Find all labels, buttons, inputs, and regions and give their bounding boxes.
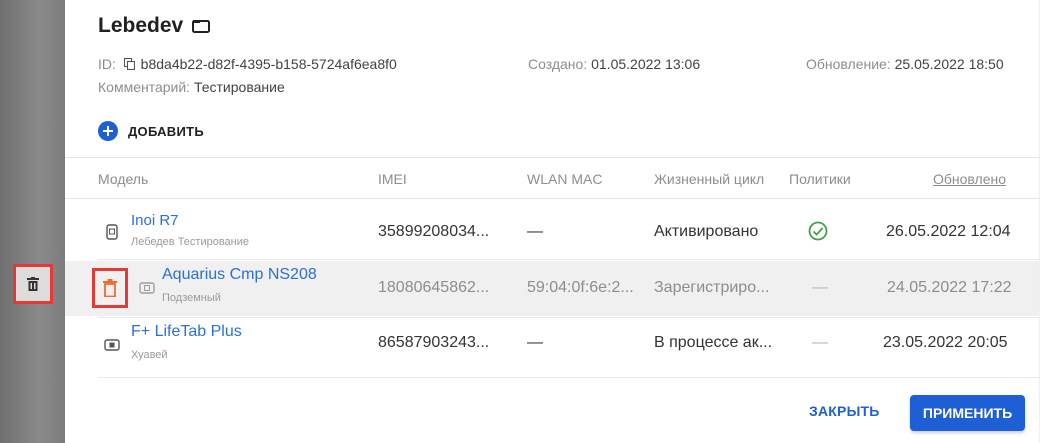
group-title: Lebedev <box>98 14 184 37</box>
device-name-link[interactable]: F+ LifeTab Plus <box>131 323 242 341</box>
column-imei[interactable]: IMEI <box>378 171 407 187</box>
table-row[interactable]: Aquarius Cmp NS208 Подземный 18080645862… <box>65 261 1039 316</box>
divider <box>65 157 1039 158</box>
tablet-icon <box>139 282 155 294</box>
background-overlay <box>0 0 65 443</box>
group-id-value: b8da4b22-d82f-4395-b158-5724af6ea8f0 <box>140 56 397 72</box>
scrollbar-track <box>1039 0 1051 443</box>
device-user: Хуавей <box>131 349 168 361</box>
column-lifecycle[interactable]: Жизненный цикл <box>654 171 764 187</box>
device-lifecycle: Зарегистриро... <box>654 279 770 296</box>
outer-delete-button[interactable] <box>13 264 53 304</box>
group-comment: Комментарий: Тестирование <box>98 79 285 95</box>
table-row[interactable]: Inoi R7 Лебедев Тестирование 35899208034… <box>65 202 1039 259</box>
group-id: ID: b8da4b22-d82f-4395-b158-5724af6ea8f0 <box>98 56 397 72</box>
device-lifecycle: Активировано <box>654 223 759 240</box>
device-policies: — <box>812 279 828 296</box>
trash-icon <box>103 279 117 297</box>
plus-icon <box>98 121 118 141</box>
copy-icon[interactable] <box>123 57 135 71</box>
close-button[interactable]: ЗАКРЫТЬ <box>809 403 879 419</box>
divider <box>98 377 1039 378</box>
device-updated: 26.05.2022 12:04 <box>886 223 1011 240</box>
row-delete-button[interactable] <box>92 268 128 308</box>
rename-icon[interactable] <box>192 19 211 33</box>
apply-button[interactable]: ПРИМЕНИТЬ <box>910 395 1025 431</box>
divider <box>98 259 1039 260</box>
table-row[interactable]: F+ LifeTab Plus Хуавей 86587903243... — … <box>65 318 1039 375</box>
apply-label: ПРИМЕНИТЬ <box>922 405 1013 421</box>
column-model[interactable]: Модель <box>98 171 148 187</box>
tablet-icon <box>104 339 120 351</box>
device-imei: 86587903243... <box>378 334 490 351</box>
device-updated: 23.05.2022 20:05 <box>883 334 1008 351</box>
updated-date: Обновление: 25.05.2022 18:50 <box>806 56 1004 72</box>
add-device-button[interactable]: ДОБАВИТЬ <box>98 121 204 141</box>
policy-ok-icon <box>808 221 828 246</box>
created-date: Создано: 01.05.2022 13:06 <box>528 56 701 72</box>
page-title: Lebedev <box>98 14 211 38</box>
add-label: ДОБАВИТЬ <box>128 123 205 139</box>
column-wlan[interactable]: WLAN MAC <box>527 171 602 187</box>
phone-icon <box>106 224 118 240</box>
device-name-link[interactable]: Aquarius Cmp NS208 <box>162 266 317 284</box>
device-wlan: — <box>527 223 543 240</box>
device-user: Подземный <box>162 292 221 304</box>
column-updated-sort[interactable]: Обновлено <box>933 171 1006 187</box>
device-imei: 35899208034... <box>378 223 490 240</box>
device-imei: 18080645862... <box>378 279 490 296</box>
divider <box>65 198 1039 199</box>
device-wlan: — <box>527 334 543 351</box>
device-name-link[interactable]: Inoi R7 <box>131 212 179 229</box>
device-user: Лебедев Тестирование <box>131 236 250 248</box>
column-policies[interactable]: Политики <box>789 171 851 187</box>
device-policies: — <box>812 334 828 351</box>
device-wlan: 59:04:0f:6e:2... <box>527 279 634 296</box>
group-details-panel: Lebedev ID: b8da4b22-d82f-4395-b158-5724… <box>65 0 1039 443</box>
device-lifecycle: В процессе ак... <box>654 334 773 351</box>
trash-icon <box>27 277 39 291</box>
device-updated: 24.05.2022 17:22 <box>887 279 1012 296</box>
